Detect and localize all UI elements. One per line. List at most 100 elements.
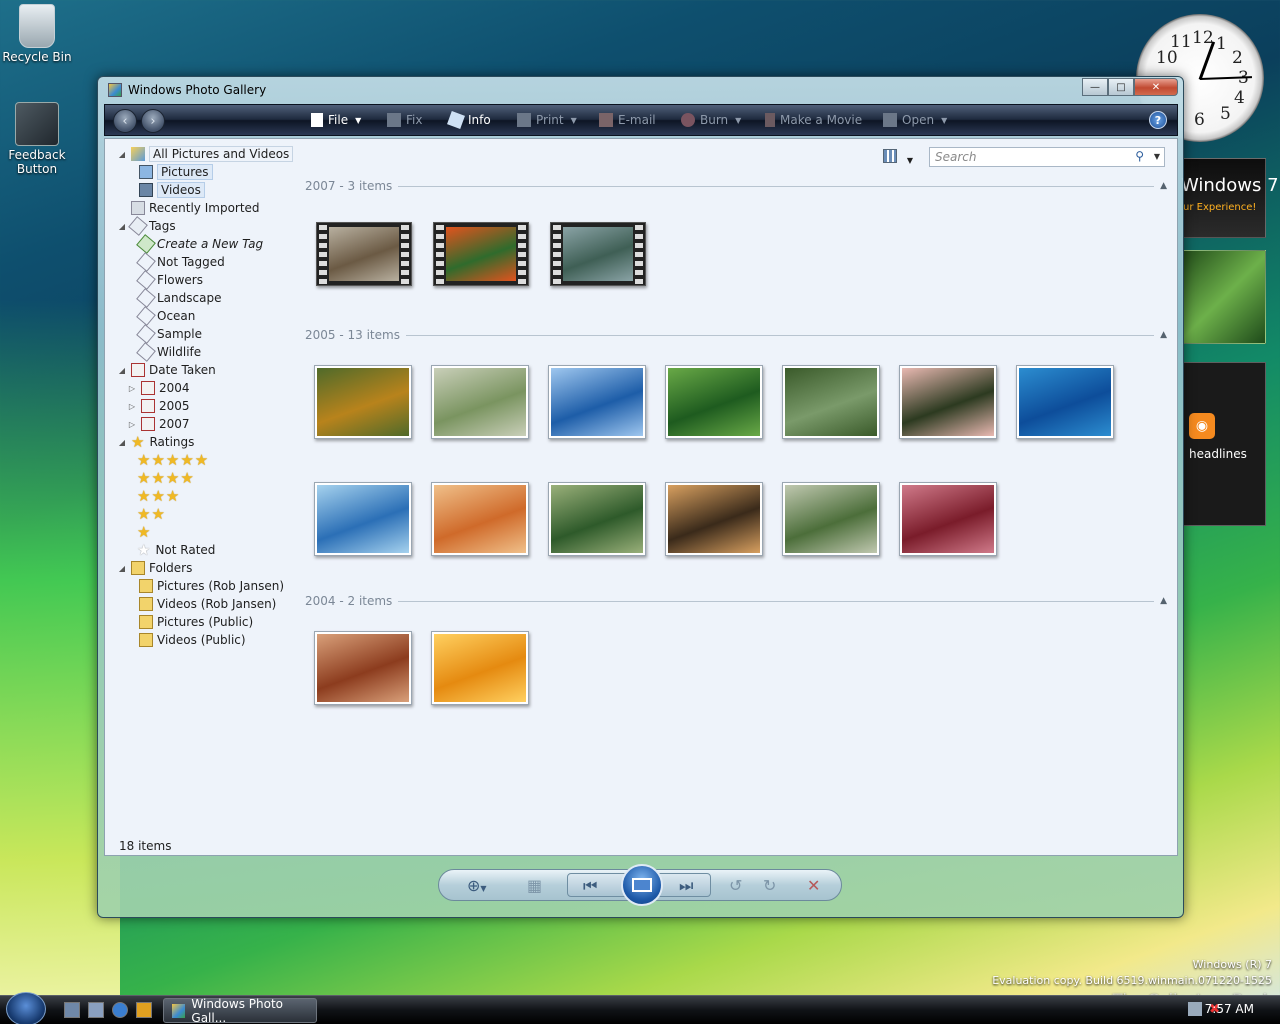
file-menu-button[interactable]: File ▼ — [311, 113, 361, 127]
photo-thumbnail[interactable] — [431, 631, 529, 705]
photo-thumbnail[interactable] — [899, 365, 997, 439]
tree-item-all[interactable]: ◢ All Pictures and Videos — [117, 145, 294, 163]
feed-headlines-gadget[interactable]: ◉ headlines — [1182, 362, 1266, 526]
photo-thumbnail[interactable] — [314, 365, 412, 439]
taskbar-item-photo-gallery[interactable]: Windows Photo Gall... — [163, 997, 317, 1024]
tree-item-year[interactable]: ▷ 2004 — [127, 379, 190, 397]
collapse-group-icon[interactable]: ▲ — [1160, 596, 1167, 606]
search-icon[interactable]: ⚲ — [1135, 149, 1144, 163]
group-header-2004[interactable]: 2004 - 2 items ▲ — [305, 594, 1167, 608]
tree-item-tag[interactable]: Ocean — [136, 306, 195, 326]
video-thumbnail[interactable] — [433, 222, 529, 286]
tree-item-create-tag[interactable]: Create a New Tag — [136, 234, 263, 254]
rotate-clockwise-icon[interactable]: ↻ — [763, 876, 776, 895]
tree-item-tag[interactable]: Wildlife — [136, 342, 201, 362]
tree-item-tag[interactable]: Landscape — [136, 288, 221, 308]
tree-item-tag[interactable]: Not Tagged — [136, 252, 225, 272]
next-icon[interactable]: ⏭ — [679, 876, 693, 896]
internet-explorer-icon[interactable] — [112, 1002, 128, 1018]
make-movie-button[interactable]: Make a Movie — [765, 113, 862, 127]
photo-thumbnail[interactable] — [1016, 365, 1114, 439]
tree-item-folder[interactable]: Pictures (Public) — [139, 613, 253, 631]
delete-icon[interactable]: ✕ — [807, 876, 820, 895]
rating-4-stars[interactable]: ★★★★ — [137, 469, 195, 487]
rating-5-stars[interactable]: ★★★★★ — [137, 451, 209, 469]
video-thumbnail[interactable] — [550, 222, 646, 286]
expand-icon[interactable]: ▷ — [127, 384, 137, 393]
email-button[interactable]: E-mail — [599, 113, 656, 127]
collapse-group-icon[interactable]: ▲ — [1160, 181, 1167, 191]
recycle-bin-icon[interactable]: Recycle Bin — [0, 4, 74, 64]
expand-icon[interactable]: ▷ — [127, 420, 137, 429]
fix-button[interactable]: Fix — [387, 113, 422, 127]
help-button[interactable]: ? — [1149, 111, 1167, 129]
minimize-button[interactable]: — — [1082, 78, 1108, 96]
info-button[interactable]: Info — [447, 111, 491, 129]
video-thumbnail[interactable] — [316, 222, 412, 286]
photo-thumbnail[interactable] — [431, 365, 529, 439]
photo-thumbnail[interactable] — [782, 365, 880, 439]
slideshow-button[interactable] — [621, 864, 663, 906]
zoom-icon[interactable]: ⊕▼ — [467, 876, 487, 895]
collapse-group-icon[interactable]: ▲ — [1160, 330, 1167, 340]
photo-thumbnail[interactable] — [548, 365, 646, 439]
tree-item-tag[interactable]: Sample — [136, 324, 202, 344]
slideshow-gadget[interactable] — [1182, 250, 1266, 344]
tree-item-folders[interactable]: ◢ Folders — [117, 559, 192, 577]
tree-item-date-taken[interactable]: ◢ Date Taken — [117, 361, 216, 379]
photo-thumbnail[interactable] — [899, 482, 997, 556]
search-input[interactable]: Search ⚲ ▼ — [929, 147, 1165, 167]
collapse-icon[interactable]: ◢ — [117, 438, 127, 447]
rotate-counterclockwise-icon[interactable]: ↺ — [729, 876, 742, 895]
back-button[interactable]: ‹ — [113, 109, 137, 133]
show-desktop-icon[interactable] — [64, 1002, 80, 1018]
media-player-icon[interactable] — [136, 1002, 152, 1018]
tree-item-pictures[interactable]: Pictures — [139, 163, 213, 181]
clock-time[interactable]: 7:57 AM — [1205, 1002, 1254, 1016]
switch-windows-icon[interactable] — [88, 1002, 104, 1018]
tree-item-tags[interactable]: ◢ Tags — [117, 216, 176, 236]
chevron-down-icon[interactable]: ▼ — [1154, 152, 1160, 161]
tree-item-not-rated[interactable]: ★ Not Rated — [137, 541, 215, 559]
tree-item-folder[interactable]: Videos (Public) — [139, 631, 246, 649]
start-button[interactable] — [6, 992, 46, 1024]
rating-2-stars[interactable]: ★★ — [137, 505, 166, 523]
photo-thumbnail[interactable] — [314, 482, 412, 556]
open-button[interactable]: Open ▼ — [883, 113, 947, 127]
burn-button[interactable]: Burn ▼ — [681, 113, 741, 127]
collapse-icon[interactable]: ◢ — [117, 222, 127, 231]
rating-3-stars[interactable]: ★★★ — [137, 487, 180, 505]
tree-item-year[interactable]: ▷ 2005 — [127, 397, 190, 415]
tree-item-ratings[interactable]: ◢ ★ Ratings — [117, 433, 194, 451]
photo-thumbnail[interactable] — [665, 482, 763, 556]
tree-item-videos[interactable]: Videos — [139, 181, 205, 199]
tree-item-tag[interactable]: Flowers — [136, 270, 203, 290]
actual-size-icon[interactable]: ▦ — [527, 876, 542, 895]
windows7-gadget[interactable]: Windows 7 ur Experience! — [1181, 158, 1279, 238]
tree-item-year[interactable]: ▷ 2007 — [127, 415, 190, 433]
tree-item-recent[interactable]: Recently Imported — [131, 199, 260, 217]
tree-item-folder[interactable]: Pictures (Rob Jansen) — [139, 577, 284, 595]
network-icon[interactable] — [1188, 1002, 1202, 1016]
print-button[interactable]: Print ▼ — [517, 113, 577, 127]
view-selector-button[interactable]: ▼ — [883, 149, 917, 165]
group-header-2005[interactable]: 2005 - 13 items ▲ — [305, 328, 1167, 342]
photo-thumbnail[interactable] — [548, 482, 646, 556]
forward-button[interactable]: › — [141, 109, 165, 133]
collapse-icon[interactable]: ◢ — [117, 150, 127, 159]
photo-thumbnail[interactable] — [314, 631, 412, 705]
tree-item-folder[interactable]: Videos (Rob Jansen) — [139, 595, 276, 613]
photo-thumbnail[interactable] — [665, 365, 763, 439]
rating-1-star[interactable]: ★ — [137, 523, 151, 541]
feedback-button-icon[interactable]: Feedback Button — [0, 102, 74, 176]
close-button[interactable]: ✕ — [1134, 78, 1178, 96]
group-header-2007[interactable]: 2007 - 3 items ▲ — [305, 179, 1167, 193]
photo-gallery-window[interactable]: Windows Photo Gallery — □ ✕ ‹ › File ▼ Fi… — [97, 76, 1184, 918]
expand-icon[interactable]: ▷ — [127, 402, 137, 411]
previous-icon[interactable]: ⏮ — [583, 876, 597, 896]
collapse-icon[interactable]: ◢ — [117, 564, 127, 573]
photo-thumbnail[interactable] — [782, 482, 880, 556]
collapse-icon[interactable]: ◢ — [117, 366, 127, 375]
photo-thumbnail[interactable] — [431, 482, 529, 556]
maximize-button[interactable]: □ — [1108, 78, 1134, 96]
